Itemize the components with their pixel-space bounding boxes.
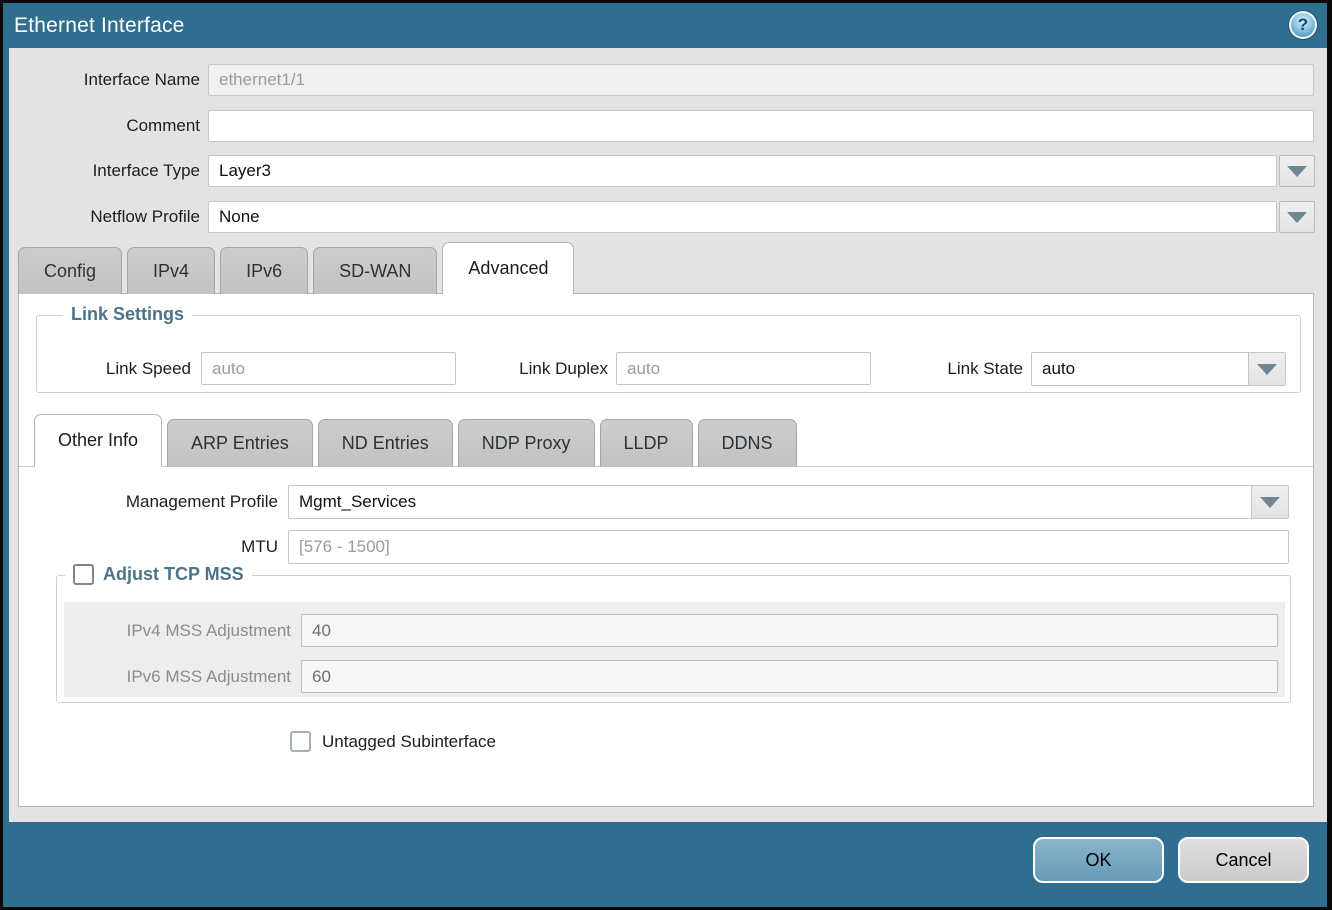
link-settings-legend: Link Settings xyxy=(63,304,192,325)
interface-name-field xyxy=(208,64,1314,96)
cancel-button[interactable]: Cancel xyxy=(1178,837,1309,883)
dialog-titlebar: Ethernet Interface ? xyxy=(3,3,1327,48)
tab-config[interactable]: Config xyxy=(18,247,122,294)
chevron-down-icon xyxy=(1287,212,1307,223)
adjust-tcp-mss-legend-text: Adjust TCP MSS xyxy=(103,564,244,585)
ipv4-mss-adjustment-field xyxy=(301,614,1278,647)
link-duplex-label: Link Duplex xyxy=(469,352,608,385)
ipv6-mss-adjustment-label: IPv6 MSS Adjustment xyxy=(77,660,291,693)
management-profile-label: Management Profile xyxy=(19,485,278,519)
comment-field[interactable] xyxy=(208,110,1314,142)
untagged-subinterface-label: Untagged Subinterface xyxy=(322,731,496,753)
interface-name-label: Interface Name xyxy=(9,64,200,96)
adjust-tcp-mss-fieldset: Adjust TCP MSS IPv4 MSS Adjustment IPv6 … xyxy=(56,575,1291,703)
main-tabstrip: Config IPv4 IPv6 SD-WAN Advanced xyxy=(18,242,574,294)
tab-advanced[interactable]: Advanced xyxy=(442,242,574,294)
link-state-select[interactable]: auto xyxy=(1031,352,1286,386)
tab-ipv4[interactable]: IPv4 xyxy=(127,247,215,294)
netflow-profile-field[interactable] xyxy=(208,201,1277,233)
sub-tabstrip: Other Info ARP Entries ND Entries NDP Pr… xyxy=(34,414,797,467)
ipv4-mss-adjustment-label: IPv4 MSS Adjustment xyxy=(77,614,291,647)
subtab-nd-entries[interactable]: ND Entries xyxy=(318,419,453,467)
link-state-dropdown-button[interactable] xyxy=(1248,353,1285,385)
ethernet-interface-dialog: Ethernet Interface ? Interface Name Comm… xyxy=(3,3,1327,907)
management-profile-dropdown-button[interactable] xyxy=(1251,486,1288,518)
management-profile-select[interactable]: Mgmt_Services xyxy=(288,485,1289,519)
link-state-label: Link State xyxy=(889,352,1023,385)
interface-type-label: Interface Type xyxy=(9,155,200,187)
chevron-down-icon xyxy=(1260,497,1280,508)
adjust-tcp-mss-checkbox[interactable] xyxy=(73,564,94,585)
screenshot-frame: Ethernet Interface ? Interface Name Comm… xyxy=(0,0,1332,910)
link-speed-label: Link Speed xyxy=(59,352,191,385)
interface-type-field[interactable] xyxy=(208,155,1277,187)
advanced-tab-panel: Link Settings Link Speed Link Duplex Lin… xyxy=(18,293,1314,807)
dialog-title: Ethernet Interface xyxy=(14,3,185,48)
management-profile-value: Mgmt_Services xyxy=(289,486,1251,518)
adjust-tcp-mss-legend: Adjust TCP MSS xyxy=(65,564,252,585)
ipv6-mss-adjustment-field xyxy=(301,660,1278,693)
untagged-subinterface-checkbox[interactable] xyxy=(290,731,311,752)
subtab-lldp[interactable]: LLDP xyxy=(600,419,693,467)
link-duplex-field[interactable] xyxy=(616,352,871,385)
mtu-label: MTU xyxy=(19,530,278,564)
chevron-down-icon xyxy=(1287,166,1307,177)
subtab-arp-entries[interactable]: ARP Entries xyxy=(167,419,313,467)
subtab-ndp-proxy[interactable]: NDP Proxy xyxy=(458,419,595,467)
help-icon[interactable]: ? xyxy=(1289,11,1317,39)
link-state-value: auto xyxy=(1032,353,1248,385)
netflow-profile-label: Netflow Profile xyxy=(9,201,200,233)
tab-ipv6[interactable]: IPv6 xyxy=(220,247,308,294)
link-speed-field[interactable] xyxy=(201,352,456,385)
tab-sd-wan[interactable]: SD-WAN xyxy=(313,247,437,294)
subtab-other-info[interactable]: Other Info xyxy=(34,414,162,467)
comment-label: Comment xyxy=(9,110,200,142)
mtu-field[interactable] xyxy=(288,530,1289,564)
subtab-ddns[interactable]: DDNS xyxy=(698,419,797,467)
dialog-footer: OK Cancel xyxy=(3,822,1327,907)
chevron-down-icon xyxy=(1257,364,1277,375)
dialog-body: Interface Name Comment Interface Type Ne… xyxy=(9,48,1327,822)
interface-type-dropdown-button[interactable] xyxy=(1279,155,1315,187)
netflow-profile-dropdown-button[interactable] xyxy=(1279,201,1315,233)
ok-button[interactable]: OK xyxy=(1033,837,1164,883)
